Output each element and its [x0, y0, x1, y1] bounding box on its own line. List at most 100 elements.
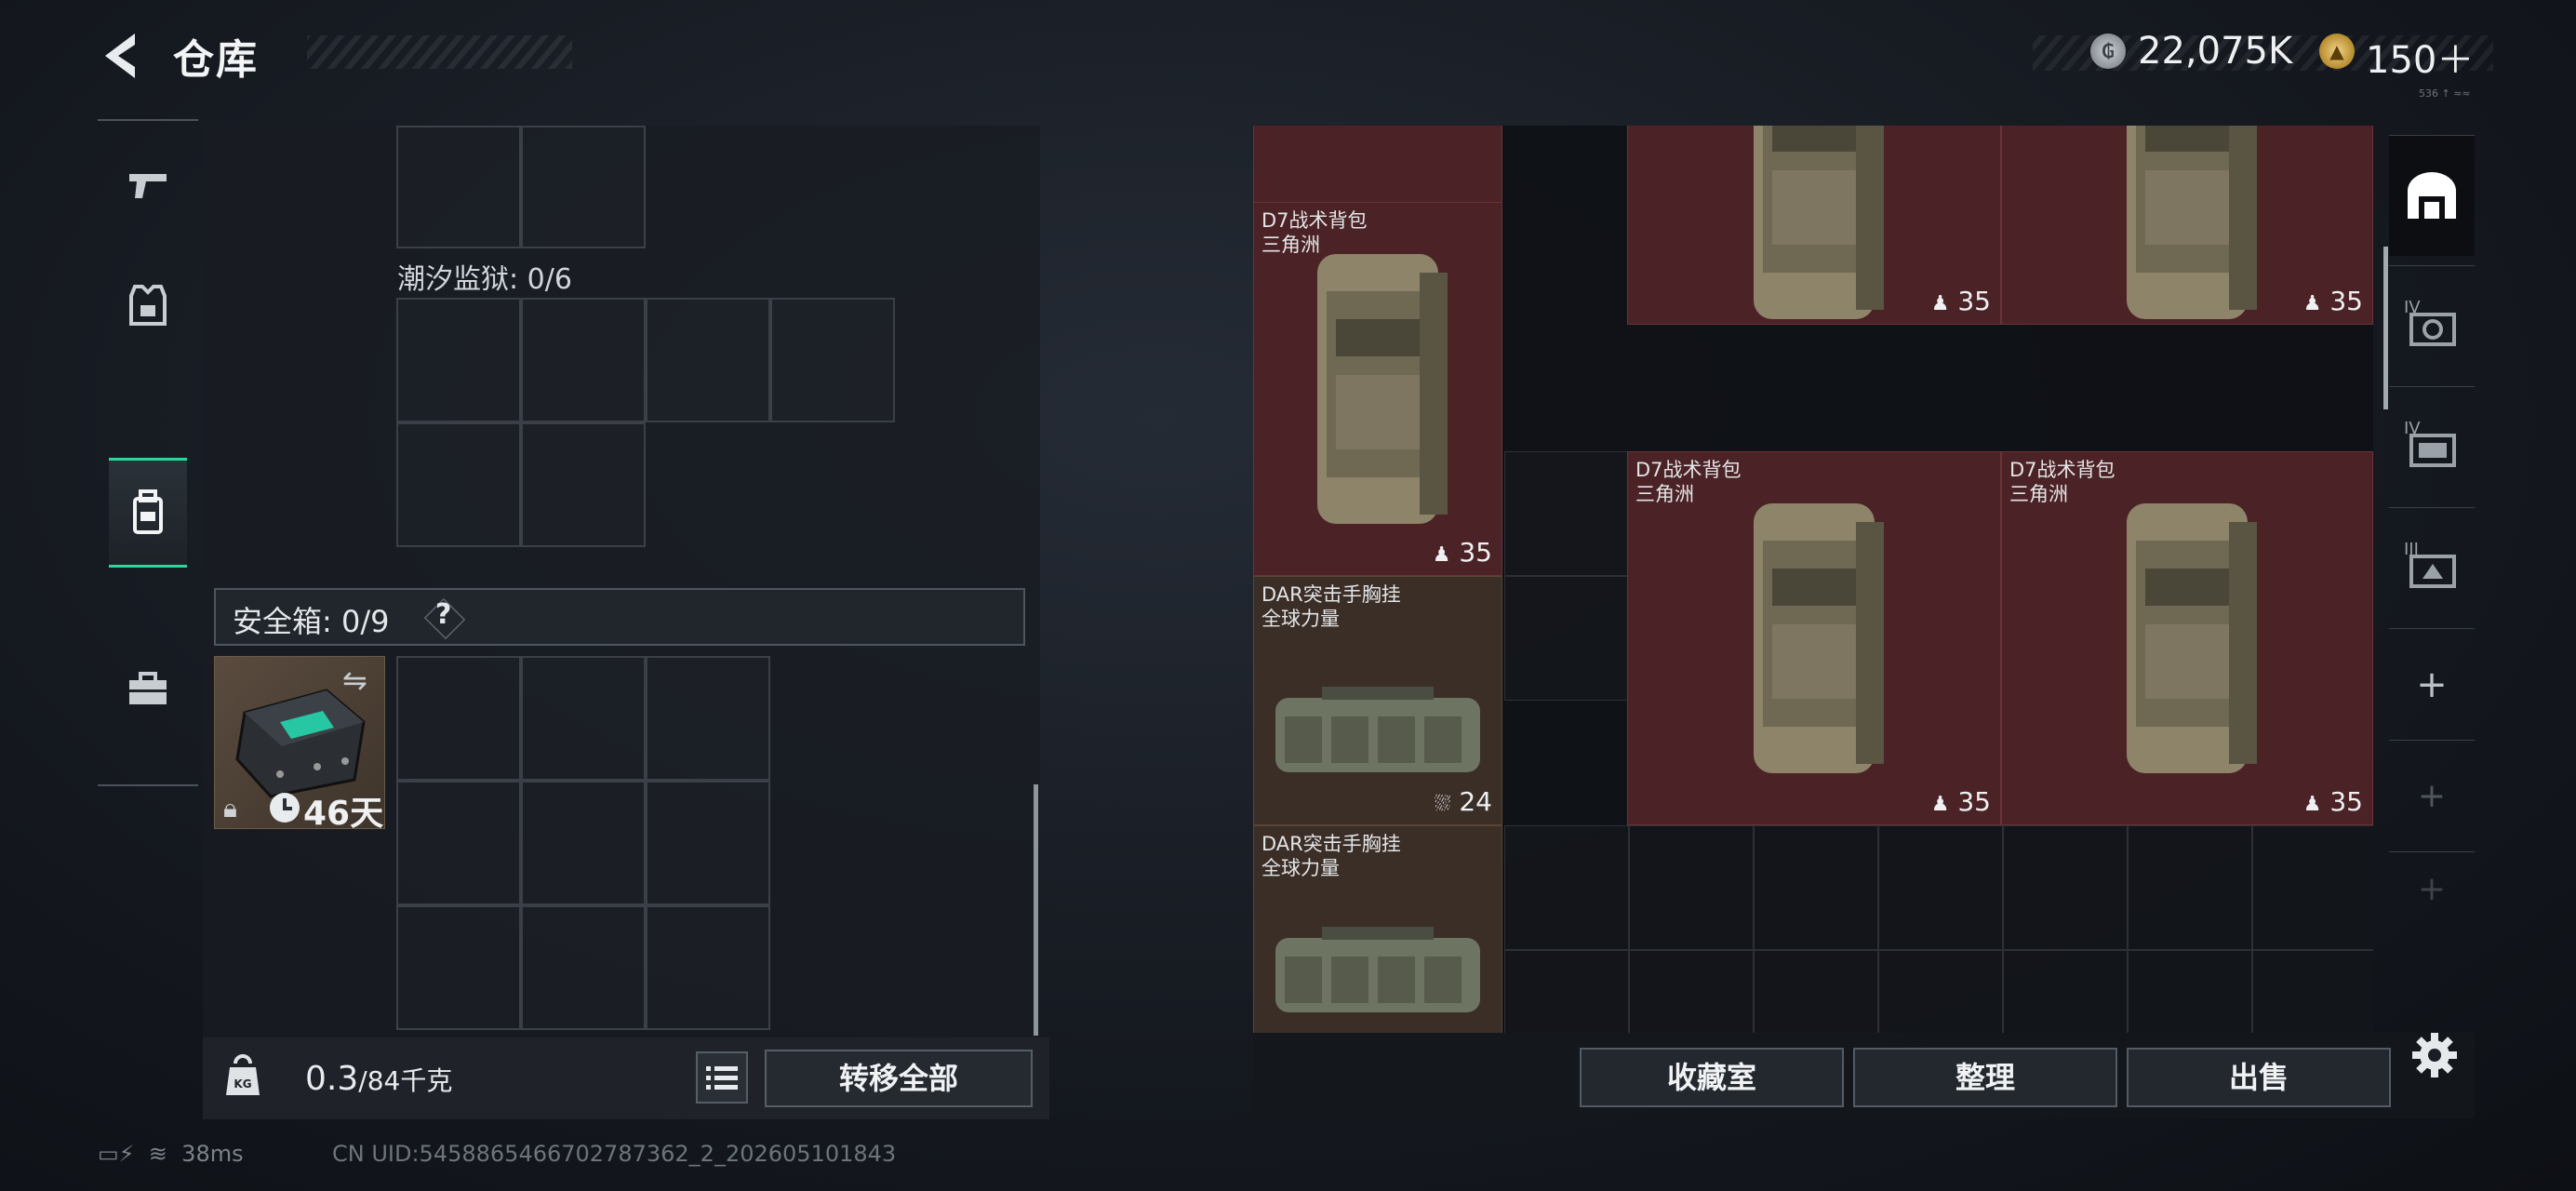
- grid-cell[interactable]: [521, 656, 646, 781]
- item-count: ♟ 35: [1930, 786, 1991, 817]
- weight-icon: ♟: [1432, 543, 1451, 567]
- nav-backpack[interactable]: [109, 458, 187, 568]
- item-count: ♟ 35: [2302, 786, 2363, 817]
- grid-cell[interactable]: [646, 656, 770, 781]
- tab-stash-4b[interactable]: IV: [2389, 386, 2475, 498]
- tide-prison-label: 潮汐监狱: 0/6: [397, 263, 572, 296]
- network-indicator: 536 ↑ ≈≈: [2419, 87, 2471, 100]
- backpack-item-icon: [1754, 126, 1884, 319]
- clock-icon: [270, 793, 300, 823]
- tab-stash-3[interactable]: III: [2389, 507, 2475, 619]
- page-title: 仓库: [173, 36, 259, 84]
- nav-armor[interactable]: [98, 251, 198, 361]
- chest-rig-item-icon: [1275, 927, 1480, 1013]
- stash-expansion-icon: III: [2404, 540, 2456, 588]
- backpack-item-icon: [2127, 126, 2257, 319]
- weight-icon: ♟: [1930, 793, 1950, 816]
- pistol-icon: [129, 174, 167, 198]
- grid-cell[interactable]: [646, 298, 770, 422]
- vest-icon: ⛆: [1434, 793, 1451, 816]
- grid-cell[interactable]: [521, 905, 646, 1030]
- stash-item-dar-chest-rig[interactable]: DAR突击手胸挂 全球力量: [1253, 825, 1502, 1033]
- grid-cell[interactable]: [1878, 950, 2003, 1033]
- stash-item[interactable]: ♟ 35: [2001, 126, 2373, 325]
- stash-expansion-icon: IV: [2404, 298, 2456, 346]
- list-view-button[interactable]: [696, 1051, 748, 1104]
- weight-readout: 0.3/84千克: [305, 1060, 452, 1098]
- stash-item-d7-backpack[interactable]: D7战术背包 三角洲 ♟ 35: [1627, 451, 2001, 825]
- grid-cell[interactable]: [396, 781, 521, 905]
- swap-icon[interactable]: ⇋: [342, 662, 367, 698]
- grid-cell[interactable]: [521, 126, 646, 248]
- grid-cell[interactable]: [1754, 950, 1878, 1033]
- grid-cell[interactable]: [396, 905, 521, 1030]
- add-stash-button[interactable]: +: [2389, 628, 2475, 740]
- weight-icon: ♟: [2302, 793, 2322, 816]
- primary-currency-amount: 22,075K: [2138, 30, 2293, 73]
- help-text[interactable]: ?: [435, 598, 451, 631]
- tab-stash-4[interactable]: IV: [2389, 265, 2475, 377]
- grid-cell[interactable]: [1504, 950, 1629, 1033]
- grid-cell[interactable]: [1504, 825, 1629, 950]
- item-name: D7战术背包 三角洲: [2009, 459, 2116, 505]
- grid-cell[interactable]: [396, 126, 521, 248]
- scrollbar[interactable]: [2383, 247, 2388, 409]
- scrollbar[interactable]: [1034, 784, 1038, 1036]
- ping-readout: 38ms: [181, 1141, 244, 1167]
- item-count: ♟ 35: [1930, 286, 1991, 316]
- tab-main-stash[interactable]: [2389, 135, 2475, 256]
- stash-item[interactable]: ♟ 35: [1627, 126, 2001, 325]
- add-stash-button-disabled: +: [2389, 851, 2475, 926]
- stash-expansion-icon: IV: [2404, 419, 2456, 467]
- stash-item-d7-backpack[interactable]: D7战术背包 三角洲 ♟ 35: [1253, 202, 1502, 576]
- collection-room-button[interactable]: 收藏室: [1580, 1048, 1844, 1107]
- expiry-days: 46天: [303, 795, 384, 833]
- grid-cell[interactable]: [770, 298, 895, 422]
- backpack-item-icon: [1317, 254, 1448, 524]
- grid-cell[interactable]: [1504, 576, 1629, 701]
- grid-cell[interactable]: [396, 422, 521, 547]
- wifi-icon: ≋: [148, 1141, 167, 1167]
- sell-button[interactable]: 出售: [2127, 1048, 2391, 1107]
- grid-cell[interactable]: [521, 422, 646, 547]
- weight-current: 0.3: [305, 1060, 359, 1098]
- add-stash-button-disabled: +: [2389, 740, 2475, 851]
- grid-cell[interactable]: [2003, 825, 2128, 950]
- grid-cell[interactable]: [1629, 825, 1754, 950]
- grid-cell[interactable]: [2252, 950, 2373, 1033]
- grid-cell[interactable]: [2003, 950, 2128, 1033]
- weight-icon: ♟: [1930, 292, 1950, 315]
- grid-cell[interactable]: [2252, 825, 2373, 950]
- grid-cell[interactable]: [396, 298, 521, 422]
- backpack-icon: [133, 489, 163, 534]
- grid-cell[interactable]: [521, 781, 646, 905]
- stash-item-d7-backpack[interactable]: D7战术背包 三角洲 ♟ 35: [2001, 451, 2373, 825]
- svg-text:KG: KG: [234, 1077, 251, 1091]
- grid-cell[interactable]: [396, 656, 521, 781]
- stash-grid: ♟ 45 D7战术背包三角洲 ♟ 35 ♟ 35 ♟ 35 D7战术背包三角洲 …: [1253, 126, 2373, 1033]
- grid-cell[interactable]: [646, 905, 770, 1030]
- grid-cell[interactable]: [1878, 825, 2003, 950]
- grid-cell[interactable]: [1754, 825, 1878, 950]
- grid-cell[interactable]: [1504, 451, 1629, 576]
- weight-kg-icon: KG: [226, 1054, 260, 1095]
- grid-cell[interactable]: [2128, 825, 2252, 950]
- lock-icon: 🔒︎: [223, 793, 237, 823]
- transfer-all-button[interactable]: 转移全部: [765, 1050, 1033, 1107]
- status-bar: ▭⚡ ≋ 38ms: [98, 1141, 244, 1167]
- stash-item-dar-chest-rig[interactable]: DAR突击手胸挂 全球力量 ⛆ 24: [1253, 576, 1502, 825]
- grid-cell[interactable]: [646, 781, 770, 905]
- list-icon: [706, 1066, 738, 1090]
- grid-cell[interactable]: [2128, 950, 2252, 1033]
- secondary-currency-amount[interactable]: 150＋: [2366, 30, 2474, 84]
- grid-cell[interactable]: [1629, 950, 1754, 1033]
- nav-toolbox[interactable]: [98, 635, 198, 744]
- grid-cell[interactable]: [521, 298, 646, 422]
- back-arrow-icon[interactable]: [98, 28, 146, 84]
- nav-weapon[interactable]: [98, 130, 198, 240]
- item-count: ♟ 35: [2302, 286, 2363, 316]
- player-uid: CN UID:5458865466702787362_2_20260510184…: [332, 1141, 897, 1167]
- category-nav: [98, 119, 198, 786]
- sort-button[interactable]: 整理: [1853, 1048, 2117, 1107]
- settings-gear-icon[interactable]: [2410, 1031, 2459, 1079]
